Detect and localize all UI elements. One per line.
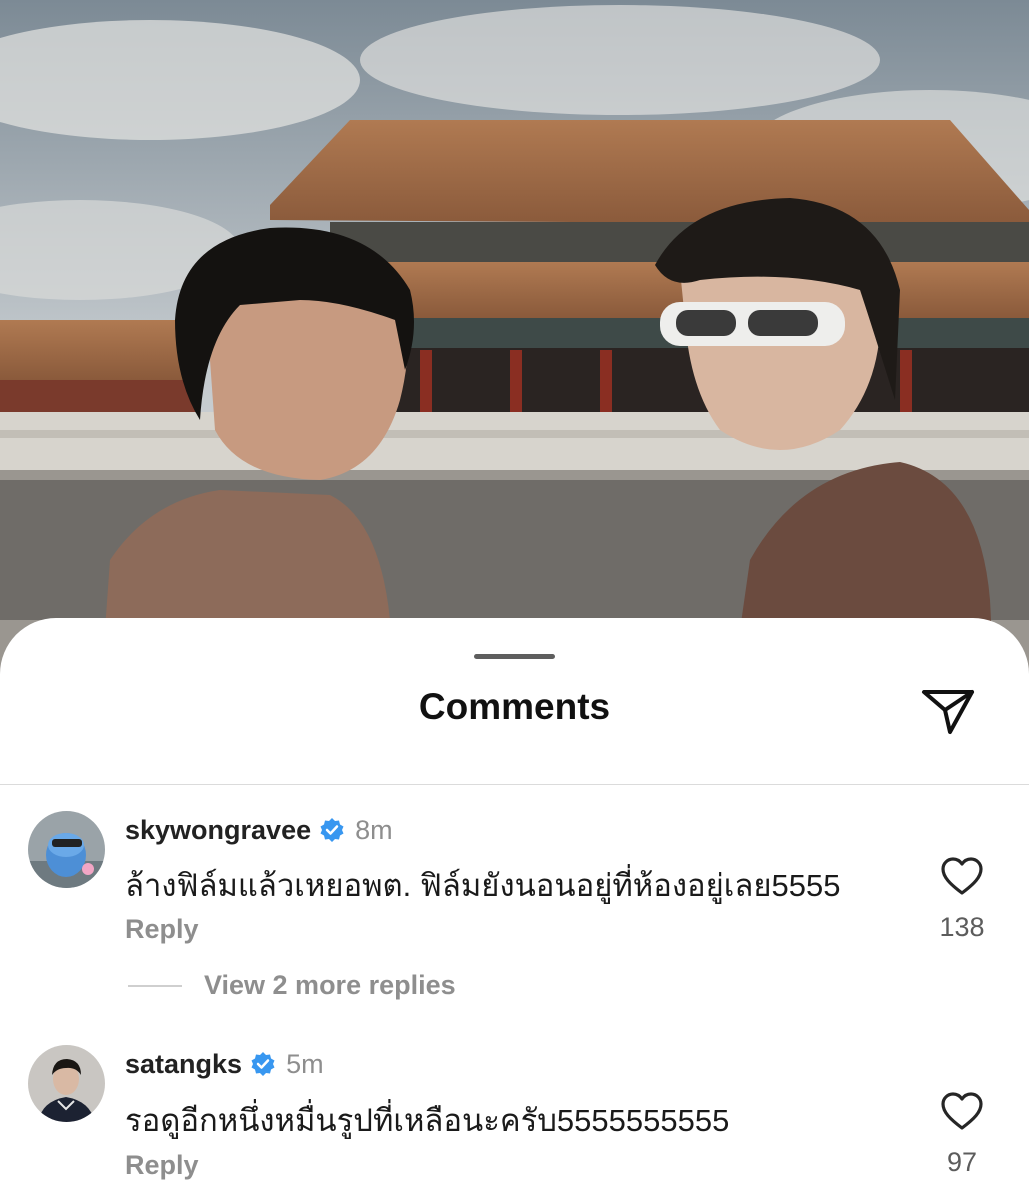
like-count: 97 [946,1147,978,1177]
comment-header: skywongravee 8m [125,813,393,847]
comment-text: ล้างฟิล์มแล้วเหยอพต. ฟิล์มยังนอนอยู่ที่ห… [125,868,841,903]
heart-outline-icon [941,857,983,895]
comments-title: Comments [418,686,611,727]
paper-plane-icon [922,690,974,734]
comment-username[interactable]: satangks [125,1049,242,1080]
heart-outline-icon [941,1092,983,1130]
like-button[interactable] [940,856,984,896]
like-count: 138 [939,912,985,942]
replies-line [128,984,182,987]
reply-button[interactable]: Reply [125,1150,199,1181]
header-divider [0,784,1029,785]
comment-header: satangks 5m [125,1047,324,1081]
post-photo [0,0,1029,700]
avatar[interactable] [28,811,105,888]
avatar[interactable] [28,1045,105,1122]
comment-time: 5m [286,1048,324,1079]
view-more-replies-label: View 2 more replies [204,970,456,1000]
sheet-grabber-handle[interactable] [474,654,555,659]
comment-text: รอดูอีกหนึ่งหมื่นรูปที่เหลือนะครับ555555… [125,1103,730,1138]
reply-button[interactable]: Reply [125,914,199,945]
share-button[interactable] [918,680,978,740]
verified-badge-icon [251,1052,275,1076]
comment-time: 8m [355,814,393,845]
like-button[interactable] [940,1091,984,1131]
view-more-replies-button[interactable]: View 2 more replies [128,970,456,1001]
verified-badge-icon [320,818,344,842]
comment-username[interactable]: skywongravee [125,815,311,846]
